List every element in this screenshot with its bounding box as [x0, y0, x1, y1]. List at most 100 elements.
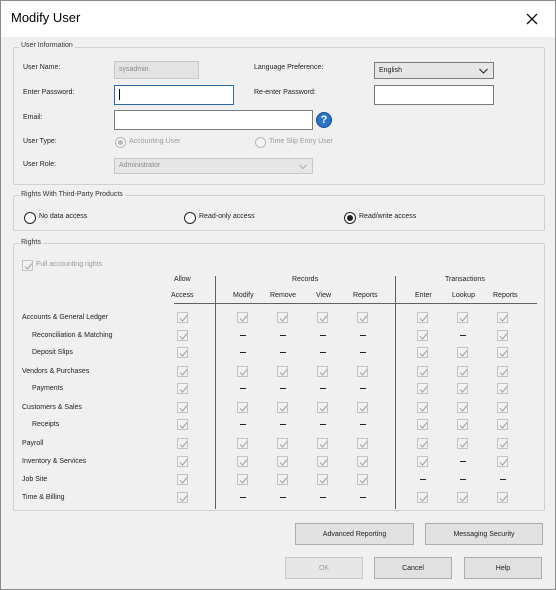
rights-checkbox	[457, 383, 468, 394]
rights-checkbox	[177, 347, 188, 358]
help-button[interactable]: Help	[464, 557, 542, 579]
records-transactions-separator	[395, 276, 396, 509]
chevron-down-icon	[299, 164, 307, 170]
no-data-access-radio[interactable]	[24, 212, 36, 224]
rights-checkbox	[357, 402, 368, 413]
checkmark-icon	[279, 405, 288, 412]
checkmark-icon	[499, 422, 508, 429]
rights-checkbox	[497, 438, 508, 449]
checkmark-icon	[239, 477, 248, 484]
checkmark-icon	[499, 386, 508, 393]
rights-checkbox	[457, 347, 468, 358]
enter-header: Enter	[415, 292, 432, 299]
checkmark-icon	[499, 369, 508, 376]
read-only-access-radio[interactable]	[184, 212, 196, 224]
rights-checkbox	[497, 330, 508, 341]
modify-user-dialog: Modify User User Information User Name: …	[0, 0, 556, 590]
reenter-password-field[interactable]	[374, 85, 494, 105]
text-caret	[119, 89, 120, 100]
rights-checkbox	[277, 366, 288, 377]
rights-checkbox	[417, 419, 428, 430]
user-information-legend: User Information	[19, 42, 75, 49]
checkmark-icon	[239, 459, 248, 466]
rights-checkbox	[357, 474, 368, 485]
checkmark-icon	[419, 459, 428, 466]
checkmark-icon	[239, 405, 248, 412]
close-icon	[526, 13, 538, 25]
help-icon[interactable]: ?	[316, 112, 332, 128]
checkmark-icon	[24, 263, 33, 270]
rights-checkbox	[457, 366, 468, 377]
checkmark-icon	[499, 333, 508, 340]
checkmark-icon	[239, 441, 248, 448]
checkmark-icon	[359, 459, 368, 466]
rights-checkbox	[237, 438, 248, 449]
rights-row-label: Customers & Sales	[22, 404, 82, 411]
rights-checkbox	[457, 402, 468, 413]
rights-checkbox	[497, 347, 508, 358]
not-applicable-dash	[320, 335, 326, 336]
cancel-button[interactable]: Cancel	[374, 557, 452, 579]
checkmark-icon	[459, 405, 468, 412]
checkmark-icon	[279, 477, 288, 484]
checkmark-icon	[359, 441, 368, 448]
rights-checkbox	[177, 383, 188, 394]
rights-checkbox	[277, 312, 288, 323]
user-type-accounting-label: Accounting User	[129, 138, 181, 145]
checkmark-icon	[179, 386, 188, 393]
view-header: View	[316, 292, 332, 299]
records-reports-header: Reports	[353, 292, 378, 299]
checkmark-icon	[319, 315, 328, 322]
not-applicable-dash	[320, 388, 326, 389]
rights-checkbox	[357, 438, 368, 449]
user-name-field: sysadmin	[114, 61, 199, 79]
messaging-security-button[interactable]: Messaging Security	[425, 523, 543, 545]
transactions-header: Transactions	[445, 276, 485, 283]
checkmark-icon	[279, 459, 288, 466]
checkmark-icon	[279, 315, 288, 322]
rights-checkbox	[417, 383, 428, 394]
user-type-label: User Type:	[23, 138, 57, 145]
ok-button: OK	[285, 557, 363, 579]
rights-checkbox	[277, 456, 288, 467]
email-field[interactable]	[114, 110, 313, 130]
no-data-access-label: No data access	[39, 213, 88, 220]
rights-checkbox	[317, 366, 328, 377]
close-button[interactable]	[509, 1, 555, 37]
third-party-rights-group	[13, 195, 545, 231]
language-select[interactable]: English	[374, 62, 494, 79]
checkmark-icon	[319, 369, 328, 376]
checkmark-icon	[419, 405, 428, 412]
user-type-timeslip-radio	[255, 137, 266, 148]
language-value: English	[379, 67, 402, 74]
checkmark-icon	[359, 315, 368, 322]
checkmark-icon	[459, 350, 468, 357]
enter-password-field[interactable]	[114, 85, 234, 105]
rights-checkbox	[457, 419, 468, 430]
user-role-select: Administrator	[114, 158, 313, 174]
checkmark-icon	[179, 315, 188, 322]
rights-checkbox	[277, 438, 288, 449]
rights-row-label: Vendors & Purchases	[22, 368, 90, 375]
rights-row-label: Payments	[32, 385, 64, 392]
not-applicable-dash	[460, 335, 466, 336]
rights-checkbox	[177, 402, 188, 413]
rights-checkbox	[317, 474, 328, 485]
checkmark-icon	[319, 405, 328, 412]
allow-records-separator	[215, 276, 216, 509]
rights-group	[13, 243, 545, 511]
not-applicable-dash	[500, 479, 506, 480]
user-role-label: User Role:	[23, 161, 57, 168]
read-write-access-label: Read/write access	[359, 213, 417, 220]
advanced-reporting-button[interactable]: Advanced Reporting	[295, 523, 414, 545]
not-applicable-dash	[280, 352, 286, 353]
not-applicable-dash	[360, 497, 366, 498]
rights-checkbox	[317, 312, 328, 323]
rights-legend: Rights	[19, 239, 43, 246]
rights-checkbox	[177, 438, 188, 449]
checkmark-icon	[459, 422, 468, 429]
checkmark-icon	[419, 333, 428, 340]
not-applicable-dash	[240, 388, 246, 389]
read-write-access-radio[interactable]	[344, 212, 356, 224]
not-applicable-dash	[360, 424, 366, 425]
